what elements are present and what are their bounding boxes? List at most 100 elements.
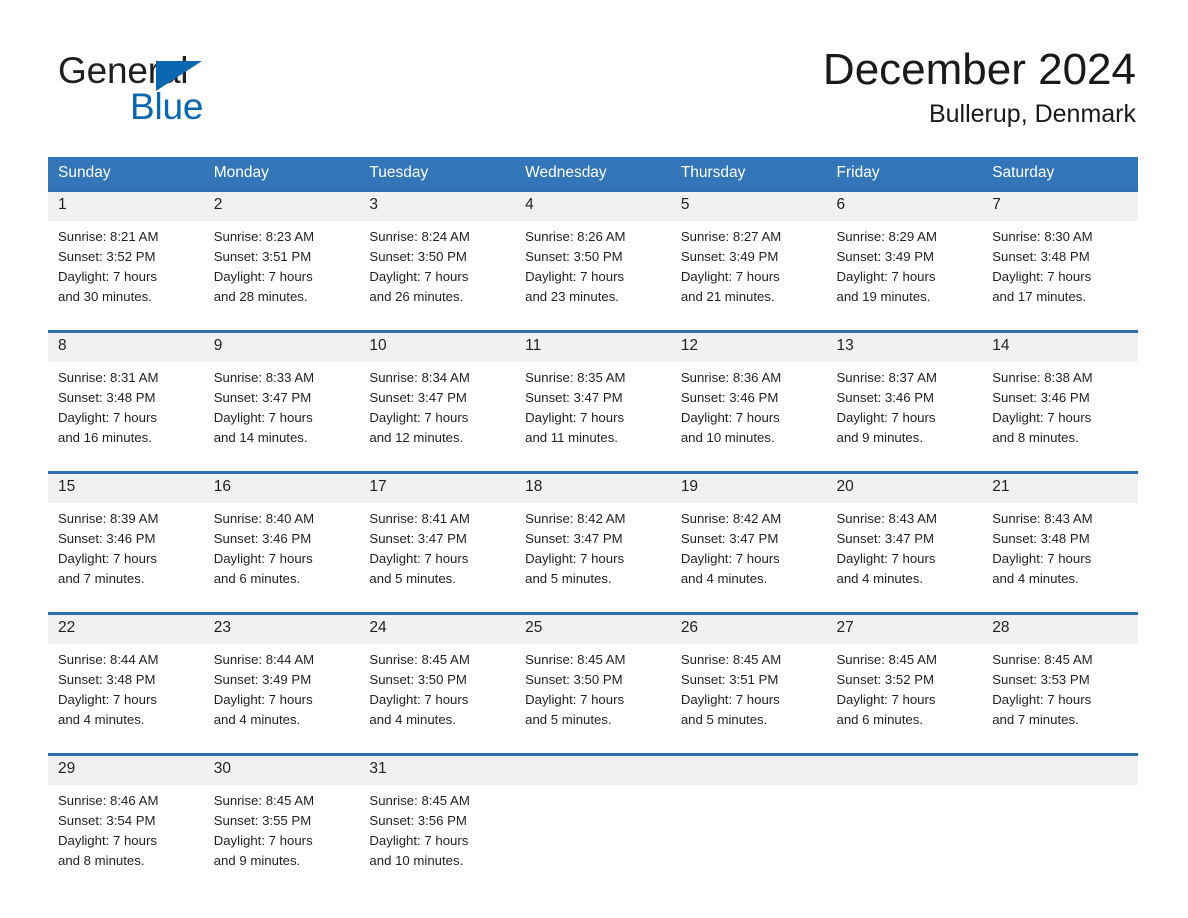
day-cell: Sunrise: 8:46 AM Sunset: 3:54 PM Daylight:… (48, 785, 204, 883)
day-sunrise: Sunrise: 8:45 AM (992, 652, 1093, 667)
day-cell: Sunrise: 8:40 AM Sunset: 3:46 PM Daylight:… (203, 503, 360, 601)
day-number[interactable]: 11 (515, 333, 671, 362)
day-number[interactable]: 31 (359, 756, 516, 785)
day-number[interactable]: 22 (48, 615, 204, 644)
day-sunset: Sunset: 3:47 PM (213, 390, 312, 405)
day-number[interactable]: 27 (826, 615, 983, 644)
day-sunset: Sunset: 3:52 PM (58, 249, 156, 264)
day-sunset: Sunset: 3:51 PM (213, 249, 312, 264)
day-sunrise: Sunrise: 8:43 AM (836, 511, 937, 526)
day-sunset: Sunset: 3:50 PM (525, 672, 623, 687)
day-daylight-line: Daylight: 7 hours (369, 551, 469, 566)
day-number[interactable]: 2 (203, 192, 360, 221)
day-number[interactable]: 4 (515, 192, 671, 221)
generalblue-logo[interactable]: General Blue (58, 52, 378, 128)
day-sunrise: Sunrise: 8:27 AM (680, 229, 782, 244)
day-cell: Sunrise: 8:36 AM Sunset: 3:46 PM Daylight:… (670, 362, 827, 460)
day-daylight-line: Daylight: 7 hours (836, 410, 936, 425)
day-daylight-line: Daylight: 7 hours (525, 269, 625, 284)
day-cell: Sunrise: 8:27 AM Sunset: 3:49 PM Daylight:… (670, 221, 827, 319)
day-cell-empty (670, 785, 827, 883)
day-number[interactable]: 16 (203, 474, 360, 503)
day-sunset: Sunset: 3:49 PM (680, 249, 779, 264)
day-sunset: Sunset: 3:47 PM (525, 531, 623, 546)
day-sunrise: Sunrise: 8:45 AM (680, 652, 782, 667)
day-cell: Sunrise: 8:29 AM Sunset: 3:49 PM Daylight:… (826, 221, 983, 319)
day-number[interactable]: 6 (826, 192, 983, 221)
day-number[interactable]: 17 (359, 474, 516, 503)
day-number[interactable]: 24 (359, 615, 516, 644)
day-number[interactable]: 12 (670, 333, 827, 362)
day-number[interactable]: 5 (670, 192, 827, 221)
day-number[interactable]: 8 (48, 333, 204, 362)
page-title: December 2024 (822, 45, 1136, 94)
day-number[interactable]: 21 (982, 474, 1138, 503)
day-daylight-line: and 11 minutes. (525, 430, 618, 445)
day-number[interactable]: 13 (826, 333, 983, 362)
day-number[interactable]: 14 (982, 333, 1138, 362)
day-cell: Sunrise: 8:45 AM Sunset: 3:50 PM Daylight:… (359, 644, 516, 742)
day-sunrise: Sunrise: 8:45 AM (369, 652, 470, 667)
day-number[interactable]: 30 (203, 756, 360, 785)
day-number[interactable]: 29 (48, 756, 204, 785)
day-daylight-line: Daylight: 7 hours (58, 551, 157, 566)
day-daylight-line: Daylight: 7 hours (525, 551, 625, 566)
day-daylight-line: Daylight: 7 hours (992, 551, 1092, 566)
day-daylight-line: and 30 minutes. (58, 289, 152, 304)
week-gap (48, 601, 1138, 612)
day-info-row: Sunrise: 8:31 AM Sunset: 3:48 PM Daylight:… (48, 362, 1138, 460)
day-cell: Sunrise: 8:30 AM Sunset: 3:48 PM Daylight:… (982, 221, 1138, 319)
day-sunrise: Sunrise: 8:31 AM (58, 370, 159, 385)
day-daylight-line: and 28 minutes. (213, 289, 308, 304)
day-sunset: Sunset: 3:46 PM (213, 531, 312, 546)
day-sunset: Sunset: 3:46 PM (992, 390, 1090, 405)
day-daylight-line: and 4 minutes. (213, 712, 301, 727)
day-daylight-line: and 4 minutes. (58, 712, 145, 727)
day-sunrise: Sunrise: 8:46 AM (58, 793, 159, 808)
day-sunrise: Sunrise: 8:36 AM (680, 370, 782, 385)
title-block: December 2024 Bullerup, Denmark (823, 44, 1136, 130)
day-number[interactable]: 19 (670, 474, 827, 503)
day-cell: Sunrise: 8:45 AM Sunset: 3:51 PM Daylight:… (670, 644, 827, 742)
day-number[interactable]: 23 (203, 615, 360, 644)
day-number[interactable]: 25 (515, 615, 671, 644)
day-number-row: 22 23 24 25 26 27 28 (48, 615, 1138, 644)
day-number[interactable]: 3 (359, 192, 516, 221)
day-number[interactable]: 18 (515, 474, 671, 503)
day-daylight-line: and 6 minutes. (213, 571, 301, 586)
day-number-row: 15 16 17 18 19 20 21 (48, 474, 1138, 503)
day-number[interactable]: 15 (48, 474, 204, 503)
day-daylight-line: Daylight: 7 hours (213, 269, 313, 284)
day-daylight-line: and 16 minutes. (58, 430, 152, 445)
day-cell-empty (826, 785, 983, 883)
day-daylight-line: Daylight: 7 hours (369, 410, 469, 425)
day-daylight-line: Daylight: 7 hours (680, 410, 780, 425)
day-sunset: Sunset: 3:50 PM (369, 249, 467, 264)
day-number[interactable]: 28 (982, 615, 1138, 644)
day-number-empty (515, 756, 671, 785)
day-sunset: Sunset: 3:47 PM (680, 531, 779, 546)
day-cell-empty (515, 785, 671, 883)
day-daylight-line: Daylight: 7 hours (525, 692, 625, 707)
day-number[interactable]: 10 (359, 333, 516, 362)
day-sunset: Sunset: 3:46 PM (58, 531, 156, 546)
week-gap (48, 319, 1138, 330)
day-daylight-line: and 7 minutes. (992, 712, 1079, 727)
day-number[interactable]: 9 (203, 333, 360, 362)
day-daylight-line: Daylight: 7 hours (213, 410, 313, 425)
day-number-row: 29 30 31 (48, 756, 1138, 785)
weekday-header-saturday: Saturday (982, 157, 1138, 189)
day-sunset: Sunset: 3:47 PM (369, 531, 467, 546)
day-cell: Sunrise: 8:41 AM Sunset: 3:47 PM Daylight:… (359, 503, 516, 601)
day-number-row: 1234567 (48, 192, 1138, 221)
day-sunrise: Sunrise: 8:42 AM (525, 511, 626, 526)
day-cell: Sunrise: 8:44 AM Sunset: 3:48 PM Daylight:… (48, 644, 204, 742)
day-number[interactable]: 20 (826, 474, 983, 503)
day-number[interactable]: 1 (48, 192, 204, 221)
day-daylight-line: Daylight: 7 hours (992, 410, 1092, 425)
day-number-row: 8 9 10 11 12 13 14 (48, 333, 1138, 362)
day-number[interactable]: 26 (670, 615, 827, 644)
day-daylight-line: and 5 minutes. (525, 571, 612, 586)
day-number[interactable]: 7 (982, 192, 1138, 221)
day-daylight-line: and 14 minutes. (213, 430, 308, 445)
